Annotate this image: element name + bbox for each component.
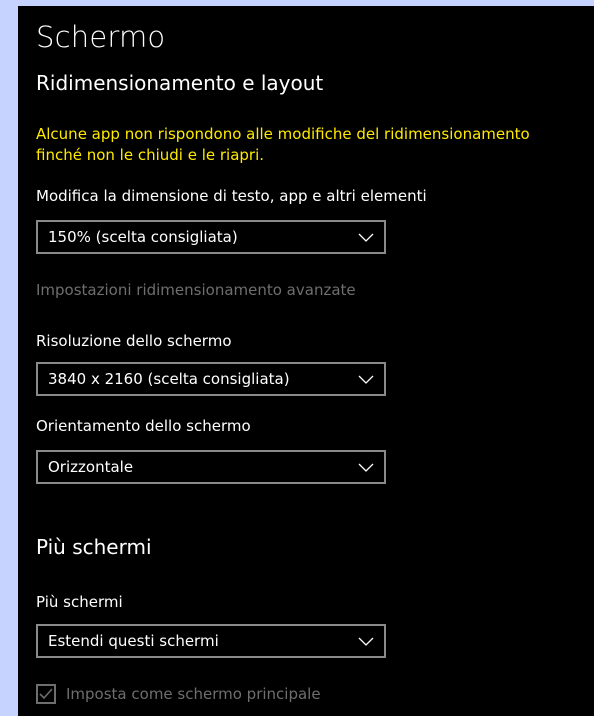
scaling-warning-line1: Alcune app non rispondono alle modifiche… bbox=[36, 125, 530, 143]
resolution-dropdown[interactable]: 3840 x 2160 (scelta consigliata) bbox=[36, 362, 386, 396]
resolution-label: Risoluzione dello schermo bbox=[36, 332, 232, 350]
multi-display-dropdown[interactable]: Estendi questi schermi bbox=[36, 624, 386, 658]
chevron-down-icon bbox=[358, 463, 374, 472]
orientation-dropdown-value: Orizzontale bbox=[48, 458, 134, 476]
resolution-dropdown-value: 3840 x 2160 (scelta consigliata) bbox=[48, 370, 290, 388]
orientation-label: Orientamento dello schermo bbox=[36, 417, 251, 435]
advanced-scaling-link[interactable]: Impostazioni ridimensionamento avanzate bbox=[36, 280, 356, 300]
multi-display-dropdown-value: Estendi questi schermi bbox=[48, 632, 219, 650]
checkmark-icon bbox=[39, 688, 53, 700]
orientation-dropdown[interactable]: Orizzontale bbox=[36, 450, 386, 484]
scaling-warning-line2: finché non le chiudi e le riapri. bbox=[36, 146, 265, 164]
page-title: Schermo bbox=[36, 20, 166, 54]
chevron-down-icon bbox=[358, 233, 374, 242]
chevron-down-icon bbox=[358, 375, 374, 384]
section-title-scaling: Ridimensionamento e layout bbox=[36, 71, 324, 95]
size-dropdown-value: 150% (scelta consigliata) bbox=[48, 228, 238, 246]
multi-display-label: Più schermi bbox=[36, 593, 123, 611]
section-title-multi: Più schermi bbox=[36, 535, 152, 559]
scaling-warning: Alcune app non rispondono alle modifiche… bbox=[36, 124, 594, 166]
size-label: Modifica la dimensione di testo, app e a… bbox=[36, 187, 427, 205]
chevron-down-icon bbox=[358, 637, 374, 646]
main-display-checkbox[interactable] bbox=[36, 684, 56, 704]
main-display-checkbox-label: Imposta come schermo principale bbox=[66, 685, 321, 703]
settings-panel: Schermo Ridimensionamento e layout Alcun… bbox=[18, 6, 594, 716]
size-dropdown[interactable]: 150% (scelta consigliata) bbox=[36, 220, 386, 254]
